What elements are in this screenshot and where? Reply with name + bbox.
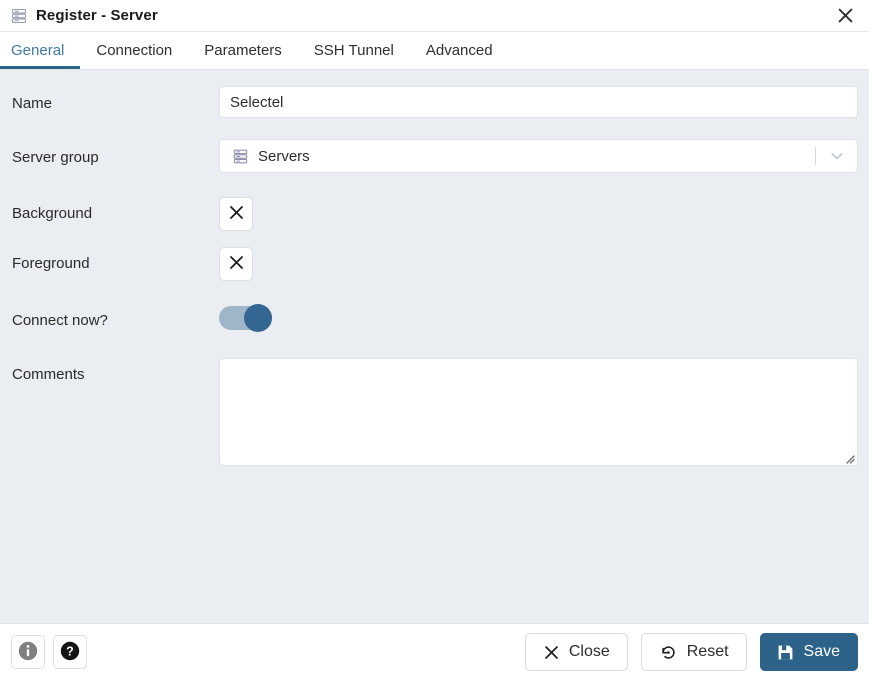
background-color-clear-button[interactable] — [219, 197, 253, 231]
select-separator — [815, 147, 816, 165]
tab-connection[interactable]: Connection — [80, 32, 188, 69]
tab-ssh-tunnel[interactable]: SSH Tunnel — [298, 32, 410, 69]
field-row-comments: Comments — [0, 358, 869, 466]
field-row-name: Name — [0, 86, 869, 118]
close-button-label: Close — [568, 643, 610, 660]
reset-button[interactable]: Reset — [640, 633, 747, 671]
background-label: Background — [12, 205, 93, 222]
dialog-tabbar: General Connection Parameters SSH Tunnel… — [0, 32, 869, 70]
field-row-connect-now: Connect now? — [0, 304, 869, 333]
close-button[interactable]: Close — [524, 633, 628, 671]
clear-color-x-icon — [228, 254, 245, 274]
footer-left-actions: ? — [11, 635, 87, 669]
reset-undo-icon — [659, 643, 678, 662]
server-group-icon — [232, 148, 249, 165]
dialog-footer: ? Close Reset Save — [0, 623, 869, 680]
server-group-control: Servers — [219, 139, 869, 173]
foreground-label: Foreground — [12, 255, 90, 272]
save-button-label: Save — [803, 643, 840, 660]
close-x-icon — [543, 644, 560, 661]
foreground-color-clear-button[interactable] — [219, 247, 253, 281]
comments-textarea[interactable] — [219, 358, 858, 466]
close-icon[interactable] — [821, 0, 869, 31]
connect-now-label: Connect now? — [12, 312, 108, 329]
field-row-server-group: Server group Servers — [0, 139, 869, 173]
register-server-dialog: Register - Server General Connection Par… — [0, 0, 869, 680]
tab-connection-label: Connection — [96, 42, 173, 59]
save-button[interactable]: Save — [759, 633, 858, 671]
name-label: Name — [12, 95, 53, 112]
server-group-select[interactable]: Servers — [219, 139, 858, 173]
tab-ssh-tunnel-label: SSH Tunnel — [313, 42, 394, 59]
reset-button-label: Reset — [686, 643, 729, 660]
server-group-value: Servers — [258, 147, 310, 165]
clear-color-x-icon — [228, 204, 245, 224]
name-control — [219, 86, 869, 118]
field-row-foreground: Foreground — [0, 247, 869, 281]
toggle-knob — [244, 304, 272, 332]
tab-parameters[interactable]: Parameters — [188, 32, 298, 69]
dialog-title: Register - Server — [36, 7, 158, 24]
server-group-label: Server group — [12, 149, 99, 166]
field-row-background: Background — [0, 197, 869, 231]
dialog-titlebar: Register - Server — [0, 0, 869, 32]
tab-general[interactable]: General — [0, 32, 81, 69]
footer-right-actions: Close Reset Save — [524, 633, 858, 671]
save-floppy-icon — [776, 643, 795, 662]
chevron-down-icon[interactable] — [827, 146, 847, 166]
comments-label: Comments — [12, 366, 85, 383]
tab-advanced-label: Advanced — [425, 42, 493, 59]
info-icon — [17, 640, 39, 665]
background-control — [219, 197, 869, 231]
general-tab-panel: Name Server group — [0, 70, 869, 623]
svg-text:?: ? — [66, 644, 74, 658]
help-button[interactable]: ? — [53, 635, 87, 669]
tab-advanced[interactable]: Advanced — [410, 32, 509, 69]
connect-now-control — [219, 304, 869, 333]
comments-control — [219, 358, 869, 466]
connect-now-toggle[interactable] — [219, 304, 272, 332]
tab-general-label: General — [11, 42, 65, 59]
foreground-control — [219, 247, 869, 281]
info-button[interactable] — [11, 635, 45, 669]
name-input[interactable] — [219, 86, 858, 118]
server-stack-icon — [10, 7, 28, 25]
tab-parameters-label: Parameters — [204, 42, 282, 59]
help-question-icon: ? — [59, 640, 81, 665]
